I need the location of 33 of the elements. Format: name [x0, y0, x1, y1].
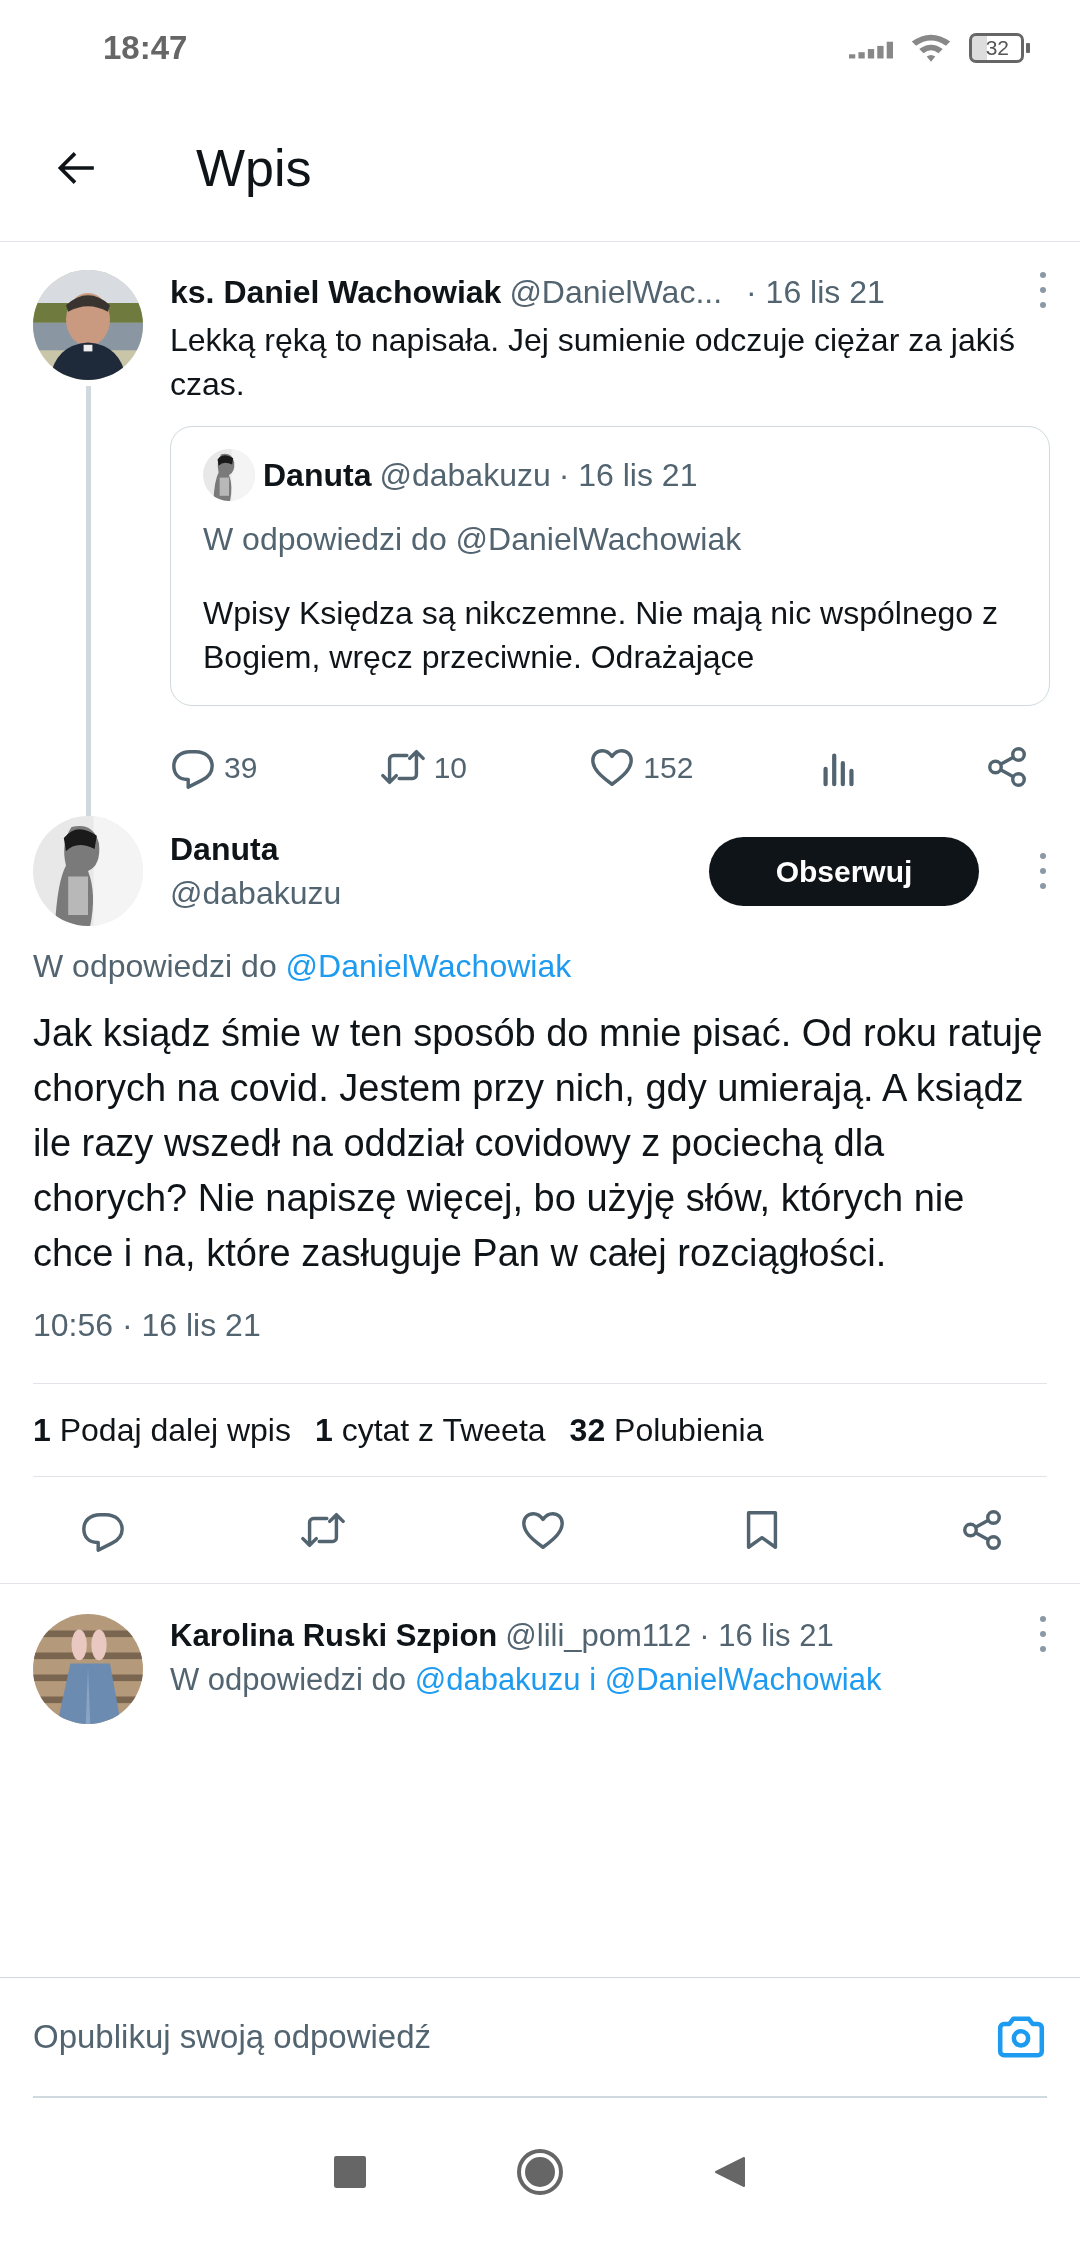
tweet-date: · 16 lis 21	[699, 1617, 834, 1655]
camera-icon[interactable]	[995, 2014, 1047, 2060]
author-handle: @dabakuzu	[170, 874, 343, 913]
retweet-button[interactable]: 10	[379, 744, 468, 790]
tweet-timestamp: 10:56 · 16 lis 21	[32, 1306, 262, 1345]
tweet-text: Lekką ręką to napisała. Jej sumienie odczuje ciężar za jakiś czas.	[170, 321, 1016, 404]
author-handle: @lili_pom112	[505, 1617, 692, 1655]
follow-button[interactable]: Obserwuj	[709, 836, 979, 906]
stat-link[interactable]: 32 Polubienia	[569, 1406, 764, 1454]
author-name: Danuta	[170, 830, 280, 869]
author-name: Karolina Ruski Szpion	[170, 1617, 498, 1655]
author-handle: @dabakuzu	[379, 456, 551, 495]
reply-context: W odpowiedzi do @DanielWachowiak	[203, 520, 743, 559]
author-handle: @DanielWac...	[509, 273, 723, 312]
stat-link[interactable]: 1 Podaj dalej wpis	[33, 1406, 291, 1454]
quoted-tweet-card[interactable]: Danuta @dabakuzu · 16 lis 21 W odpowiedzi do @DanielWachowiak Wpisy Księdza są nikczemne. Nie mają nic wspólnego z Bogiem, wręcz przeciwnie. Odrażające	[170, 426, 1050, 706]
reply-button[interactable]: 39	[170, 744, 258, 790]
author-name: Danuta	[263, 456, 372, 495]
home-icon[interactable]	[516, 2148, 564, 2196]
tweet-text: Jak ksiądz śmie w ten sposób do mnie pisać. Od roku ratuję chorych na covid. Jestem przy nich, gdy umierają. A ksiądz ile razy wszedł na oddział covidowy z pociechą dla chorych? Nie napiszę więcej, bo użyję słów, których nie chce i na, które zasługuje Pan w całej rozciągłości.	[32, 1011, 1044, 1276]
author-name: ks. Daniel Wachowiak	[170, 273, 502, 312]
reply-context: W odpowiedzi do @dabakuzu i @DanielWachowiak	[170, 1661, 883, 1699]
back-nav-icon[interactable]	[714, 2156, 746, 2188]
tweet-date: · 16 lis 21	[746, 273, 885, 312]
tweet-text: Wpisy Księdza są nikczemne. Nie mają nic wspólnego z Bogiem, wręcz przeciwnie. Odrażające	[203, 594, 999, 677]
status-time: 18:47	[103, 27, 188, 68]
reply-input-field[interactable]: Opublikuj swoją odpowiedź	[33, 2012, 995, 2062]
like-button[interactable]: 152	[589, 744, 694, 790]
page-title: Wpis	[196, 138, 312, 199]
battery-indicator: 32	[968, 32, 1030, 63]
reply-context: W odpowiedzi do @DanielWachowiak	[32, 947, 573, 986]
stat-link[interactable]: 1 cytat z Tweeta	[314, 1406, 546, 1454]
tweet-date: · 16 lis 21	[558, 456, 698, 495]
